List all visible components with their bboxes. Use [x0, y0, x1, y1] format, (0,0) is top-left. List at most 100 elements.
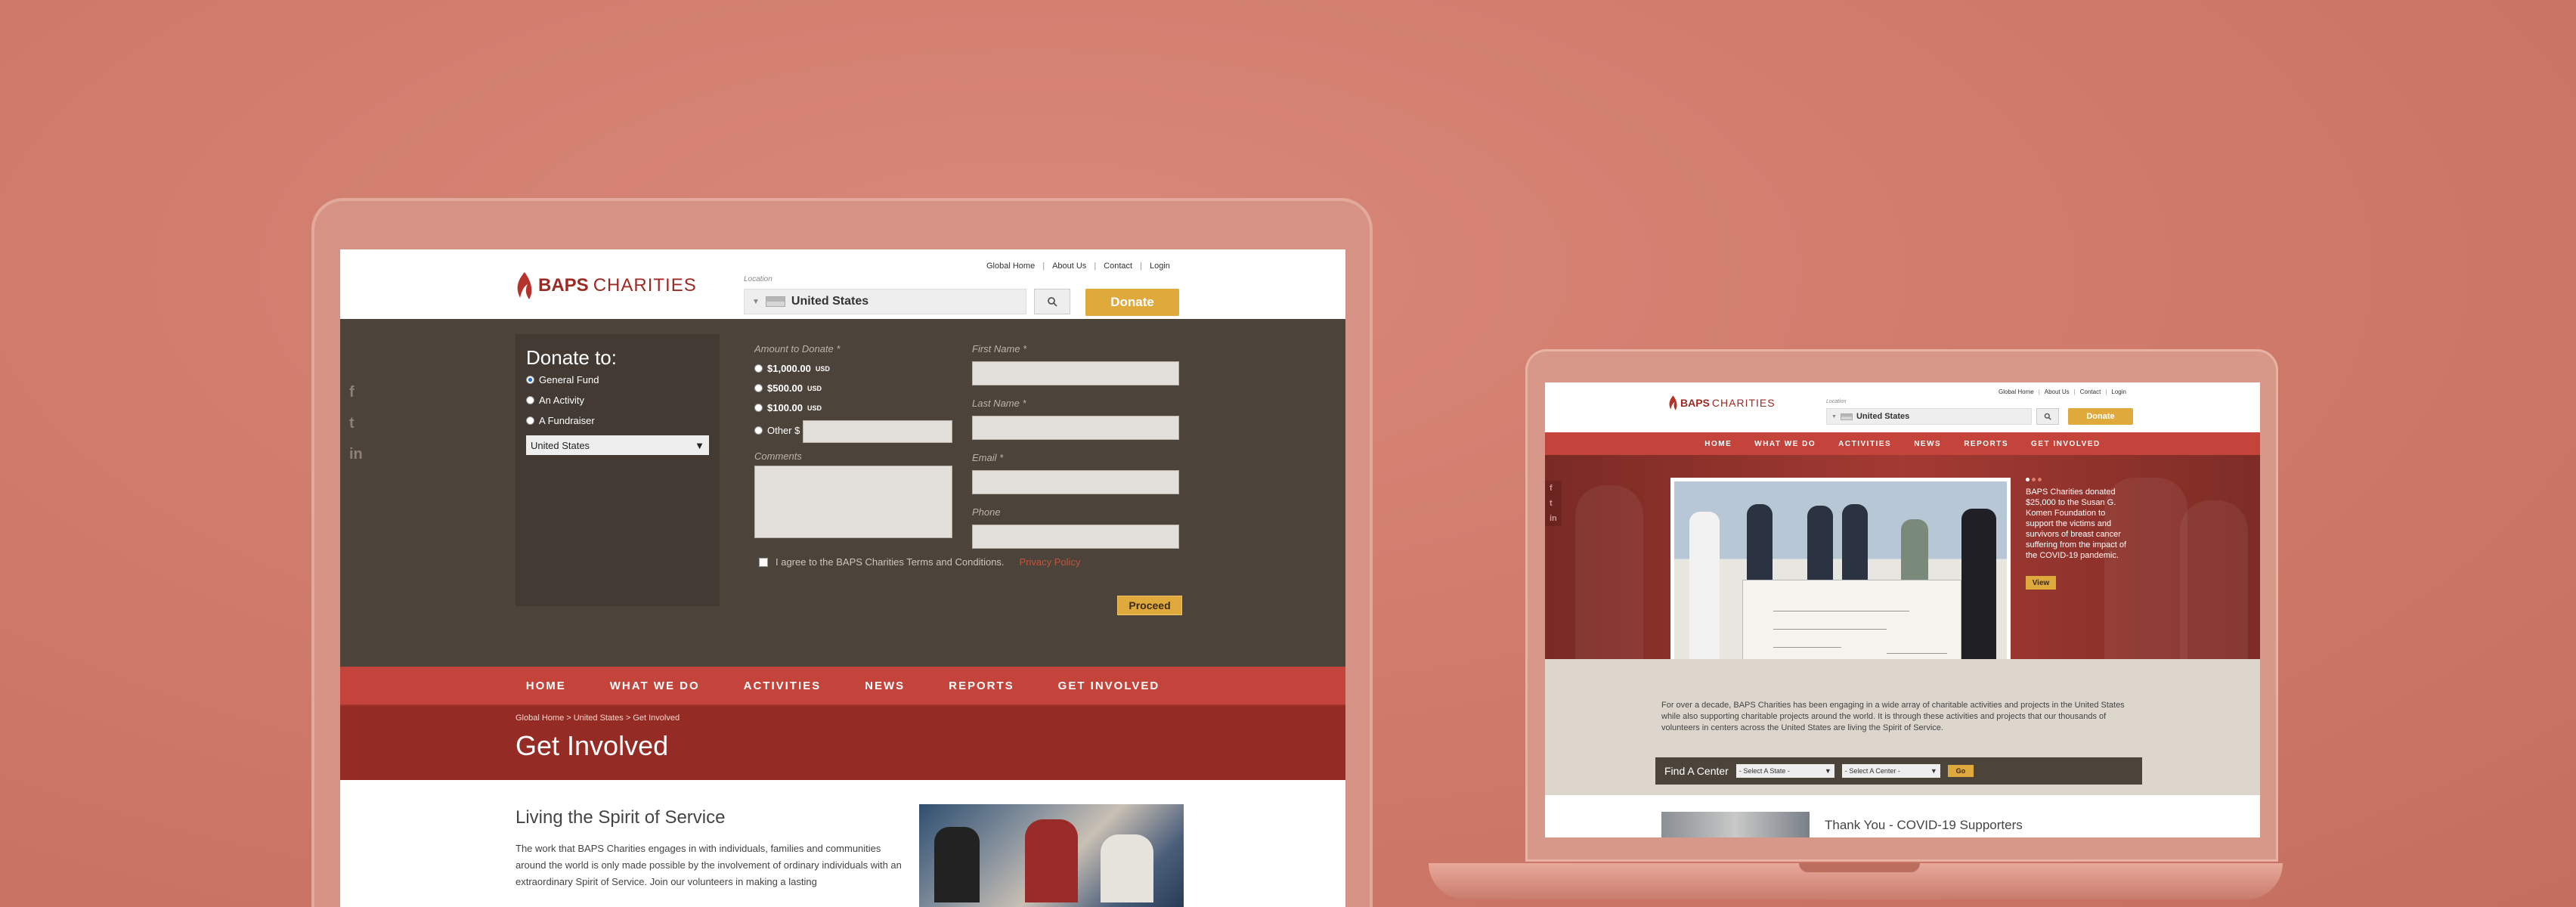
breadcrumb[interactable]: Global Home > United States > Get Involv…	[516, 714, 680, 723]
target-fundraiser[interactable]: A Fundraiser	[526, 415, 709, 426]
last-name-label: Last Name *	[972, 398, 1026, 409]
comments-textarea[interactable]	[754, 466, 952, 538]
terms-text: I agree to the BAPS Charities Terms and …	[776, 556, 1005, 568]
amount-option-other[interactable]: Other $	[754, 425, 800, 436]
linkedin-icon[interactable]: in	[1550, 514, 1557, 523]
radio[interactable]	[754, 404, 763, 412]
main-nav-small: HOME WHAT WE DO ACTIVITIES NEWS REPORTS …	[1545, 432, 2260, 455]
flame-logo-icon	[1669, 395, 1677, 410]
location-select[interactable]: ▼ United States	[744, 289, 1026, 314]
linkedin-icon[interactable]: in	[349, 446, 363, 463]
target-general-fund[interactable]: General Fund	[526, 374, 709, 385]
page-banner: Global Home > United States > Get Involv…	[340, 706, 1345, 780]
target-label: General Fund	[539, 374, 599, 385]
amount-value: $500.00	[767, 382, 803, 394]
last-name-input[interactable]	[972, 416, 1179, 440]
main-nav: HOME WHAT WE DO ACTIVITIES NEWS REPORTS …	[340, 667, 1345, 706]
toplink-login[interactable]: Login	[2111, 388, 2126, 395]
view-button[interactable]: View	[2026, 576, 2056, 590]
donate-button-small[interactable]: Donate	[2068, 408, 2133, 425]
small-laptop-screen: BAPS CHARITIES Global Home | About Us | Con…	[1545, 382, 2260, 837]
site-logo[interactable]: BAPS CHARITIES	[514, 271, 697, 301]
search-button-small[interactable]	[2036, 408, 2059, 425]
flag-icon	[765, 296, 785, 307]
toplink-about-us[interactable]: About Us	[2045, 388, 2070, 395]
email-input[interactable]	[972, 470, 1179, 494]
terms-agreement: I agree to the BAPS Charities Terms and …	[759, 556, 1080, 568]
nav-news[interactable]: NEWS	[1914, 440, 1941, 448]
news-thumbnail[interactable]	[1661, 812, 1810, 837]
section-title: Living the Spirit of Service	[516, 807, 726, 828]
radio[interactable]	[754, 364, 763, 373]
radio[interactable]	[754, 426, 763, 435]
target-activity[interactable]: An Activity	[526, 395, 709, 406]
first-name-input[interactable]	[972, 361, 1179, 385]
nav-home[interactable]: HOME	[1704, 440, 1732, 448]
amount-value: $100.00	[767, 402, 803, 413]
proceed-button[interactable]: Proceed	[1117, 596, 1182, 615]
donate-to-title: Donate to:	[526, 346, 617, 369]
center-select[interactable]: - Select A Center - ▼	[1841, 764, 1940, 778]
location-label: Location	[744, 275, 772, 283]
page-title: Get Involved	[516, 730, 669, 761]
donate-button[interactable]: Donate	[1085, 289, 1179, 316]
nav-reports[interactable]: REPORTS	[1964, 440, 2008, 448]
radio[interactable]	[526, 416, 534, 425]
center-select-value: - Select A Center -	[1844, 767, 1900, 775]
first-name-label: First Name *	[972, 343, 1027, 354]
amount-option-100[interactable]: $100.00 USD	[754, 402, 822, 413]
top-links: Global Home | About Us | Contact | Login	[986, 262, 1170, 271]
toplink-global-home[interactable]: Global Home	[1999, 388, 2034, 395]
search-button[interactable]	[1034, 289, 1070, 314]
currency: USD	[815, 364, 830, 373]
about-text: For over a decade, BAPS Charities has be…	[1661, 701, 2125, 732]
toplink-login[interactable]: Login	[1150, 262, 1170, 271]
search-icon	[1048, 297, 1057, 307]
phone-label: Phone	[972, 506, 1001, 518]
nav-activities[interactable]: ACTIVITIES	[1838, 440, 1891, 448]
find-center-bar: Find A Center - Select A State - ▼ - Sele…	[1655, 757, 2142, 785]
nav-home[interactable]: HOME	[526, 679, 566, 692]
search-icon	[2044, 413, 2051, 420]
privacy-policy-link[interactable]: Privacy Policy	[1020, 556, 1081, 568]
chevron-down-icon: ▼	[752, 297, 760, 306]
state-select[interactable]: - Select A State - ▼	[1735, 764, 1834, 778]
other-amount-input[interactable]	[803, 420, 952, 443]
site-logo-small[interactable]: BAPS CHARITIES	[1667, 395, 1776, 411]
amount-option-1000[interactable]: $1,000.00 USD	[754, 363, 830, 374]
country-value: United States	[531, 439, 590, 451]
radio[interactable]	[754, 384, 763, 392]
logo-baps: BAPS	[1680, 397, 1710, 409]
toplink-global-home[interactable]: Global Home	[986, 262, 1035, 271]
go-button[interactable]: Go	[1947, 765, 1974, 777]
nav-what-we-do[interactable]: WHAT WE DO	[610, 679, 700, 692]
toplink-contact[interactable]: Contact	[2080, 388, 2101, 395]
twitter-icon[interactable]: t	[349, 415, 363, 432]
hero-photo[interactable]	[1670, 478, 2011, 679]
nav-activities[interactable]: ACTIVITIES	[744, 679, 822, 692]
twitter-icon[interactable]: t	[1550, 499, 1557, 508]
toplink-about-us[interactable]: About Us	[1052, 262, 1086, 271]
radio[interactable]	[526, 396, 534, 404]
top-links-small: Global Home | About Us | Contact | Login	[1999, 388, 2126, 395]
carousel-dots[interactable]	[2026, 478, 2042, 481]
country-select[interactable]: United States ▼	[526, 435, 709, 455]
nav-news[interactable]: NEWS	[865, 679, 905, 692]
location-select-small[interactable]: ▼ United States	[1826, 408, 2032, 425]
terms-checkbox[interactable]	[759, 557, 768, 567]
amount-option-500[interactable]: $500.00 USD	[754, 382, 822, 394]
nav-get-involved[interactable]: GET INVOLVED	[2031, 440, 2101, 448]
nav-get-involved[interactable]: GET INVOLVED	[1058, 679, 1160, 692]
facebook-icon[interactable]: f	[349, 384, 363, 401]
news-section: Thank You - COVID-19 Supporters	[1545, 795, 2260, 837]
nav-reports[interactable]: REPORTS	[949, 679, 1014, 692]
facebook-icon[interactable]: f	[1550, 484, 1557, 493]
radio-selected[interactable]	[526, 376, 534, 384]
nav-what-we-do[interactable]: WHAT WE DO	[1754, 440, 1816, 448]
large-laptop-screen: BAPS CHARITIES Global Home | About Us | Con…	[340, 249, 1345, 907]
news-title[interactable]: Thank You - COVID-19 Supporters	[1825, 818, 2023, 833]
chevron-down-icon: ▼	[1831, 413, 1837, 419]
phone-input[interactable]	[972, 525, 1179, 549]
donation-check-image	[1742, 580, 1961, 667]
toplink-contact[interactable]: Contact	[1104, 262, 1132, 271]
